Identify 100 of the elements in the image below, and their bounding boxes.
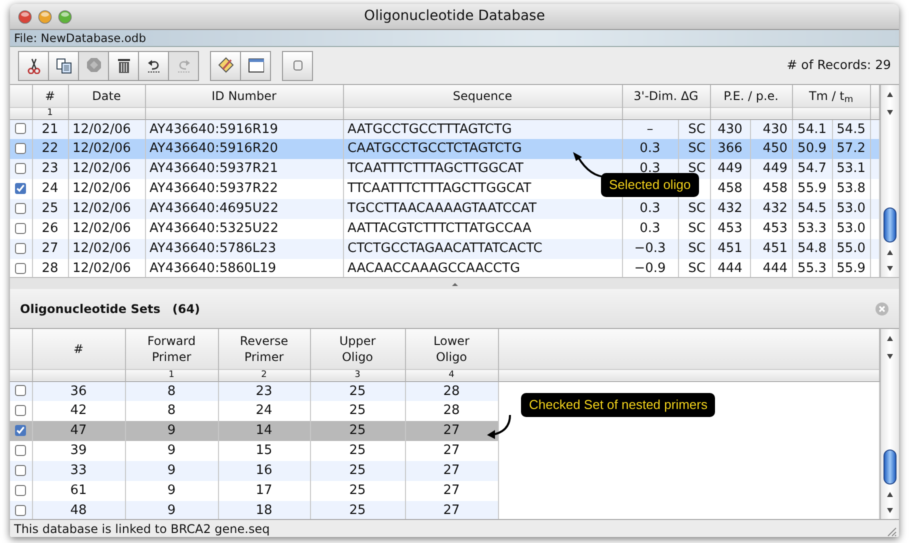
column-header[interactable]: # (32, 85, 68, 107)
window-button[interactable] (240, 50, 271, 80)
pencil-button[interactable] (210, 50, 241, 80)
file-name: File: NewDatabase.odb (14, 31, 146, 45)
copy-button[interactable] (48, 50, 79, 80)
checkbox[interactable] (15, 385, 26, 396)
checkbox[interactable] (15, 203, 26, 214)
table-cell: AY436640:5916R19 (145, 119, 343, 139)
checkbox[interactable] (15, 123, 26, 134)
table-cell: 28 (405, 381, 498, 401)
table-cell: TGCCTTAACAAAAGTAATCCAT (343, 199, 622, 219)
table-cell: 430 (750, 119, 792, 139)
table-cell: 53.1 (832, 159, 870, 179)
status-text: This database is linked to BRCA2 gene.seq (14, 521, 270, 537)
column-header[interactable]: Forward Primer (125, 329, 218, 369)
scissors-button[interactable] (18, 50, 49, 80)
table-cell: 451 (710, 239, 750, 259)
column-header[interactable]: # (32, 329, 125, 369)
column-header[interactable]: Upper Oligo (310, 329, 405, 369)
table-cell: TCAATTTCTTTAGCTTGGCAT (343, 159, 622, 179)
redo-icon (176, 57, 192, 74)
column-header[interactable]: 3'-Dim. ΔG (622, 85, 710, 107)
table-cell: 54.5 (792, 199, 832, 219)
scrollbar[interactable] (880, 329, 899, 519)
table-cell: 8 (125, 381, 218, 401)
table-cell: 432 (710, 199, 750, 219)
window-icon (248, 57, 264, 74)
scissors-icon (26, 57, 42, 74)
table-cell: 430 (710, 119, 750, 139)
checkbox[interactable] (15, 163, 26, 174)
checkbox[interactable] (15, 465, 26, 476)
window-title: Oligonucleotide Database (364, 8, 545, 24)
copy-icon (56, 57, 72, 74)
table-cell: 25 (310, 421, 405, 441)
checkbox[interactable] (15, 425, 26, 436)
checkbox[interactable] (15, 405, 26, 416)
checkbox[interactable] (15, 223, 26, 234)
checkbox[interactable] (15, 243, 26, 254)
table-cell: 25 (310, 381, 405, 401)
trash-icon (116, 57, 132, 74)
leader-arrow (486, 414, 512, 440)
column-header[interactable]: Lower Oligo (405, 329, 498, 369)
table-cell: 54.5 (832, 119, 870, 139)
trash-button[interactable] (108, 50, 139, 80)
column-index: 4 (405, 369, 498, 381)
table-cell: 22 (32, 139, 68, 159)
table-cell: SC (678, 199, 710, 219)
table-cell: 450 (750, 139, 792, 159)
column-header[interactable]: Reverse Primer (218, 329, 310, 369)
table-cell: 36 (32, 381, 125, 401)
splitter-icon[interactable] (450, 282, 458, 286)
table-cell: 50.9 (792, 139, 832, 159)
table-cell: – (622, 119, 678, 139)
column-header[interactable]: Date (68, 85, 145, 107)
column-header[interactable]: ID Number (145, 85, 343, 107)
undo-button[interactable] (138, 50, 169, 80)
table-cell: 47 (32, 421, 125, 441)
table-cell: CTCTGCCTAGAACATTATCACTC (343, 239, 622, 259)
table-cell: CAATGCCTGCCTCTAGTCTG (343, 139, 622, 159)
checkbox[interactable] (15, 183, 26, 194)
table-cell: SC (678, 239, 710, 259)
record-count: # of Records: 29 (786, 56, 891, 74)
column-header[interactable]: P.E. / p.e. (710, 85, 792, 107)
checkbox[interactable] (15, 485, 26, 496)
minimize-button[interactable] (38, 10, 52, 24)
square-button[interactable] (282, 50, 313, 80)
zoom-button[interactable] (58, 10, 72, 24)
resize-grip-icon[interactable] (885, 525, 897, 537)
callout-label: Selected oligo (601, 173, 699, 196)
section-title: Oligonucleotide Sets (20, 300, 160, 318)
table-cell: 449 (750, 159, 792, 179)
checkbox[interactable] (15, 445, 26, 456)
checkbox[interactable] (15, 263, 26, 274)
column-index: 2 (218, 369, 310, 381)
table-cell: −0.3 (622, 239, 678, 259)
checkbox[interactable] (15, 505, 26, 516)
column-header[interactable]: Sequence (343, 85, 622, 107)
table-cell: 25 (310, 461, 405, 481)
table-cell: 23 (218, 381, 310, 401)
column-header[interactable]: Tm / t$_{m}$ (792, 85, 870, 107)
table-cell: 27 (405, 461, 498, 481)
table-cell: 54.1 (792, 119, 832, 139)
column-index: 1 (125, 369, 218, 381)
table-cell: 12/02/06 (68, 239, 145, 259)
table-cell: 12/02/06 (68, 159, 145, 179)
table-cell: 54.7 (792, 159, 832, 179)
table-cell: 451 (750, 239, 792, 259)
scroll-thumb[interactable] (882, 207, 897, 243)
table-cell: SC (678, 119, 710, 139)
table-cell: 432 (750, 199, 792, 219)
close-button[interactable] (18, 10, 32, 24)
scroll-thumb[interactable] (882, 449, 897, 485)
table-cell: 55.0 (832, 239, 870, 259)
table-cell: SC (678, 139, 710, 159)
table-cell: 27 (405, 421, 498, 441)
table-cell: 54.8 (792, 239, 832, 259)
checkbox[interactable] (15, 143, 26, 154)
scrollbar[interactable] (880, 85, 899, 277)
table-cell: 25 (32, 199, 68, 219)
column-index: 1 (32, 107, 68, 119)
